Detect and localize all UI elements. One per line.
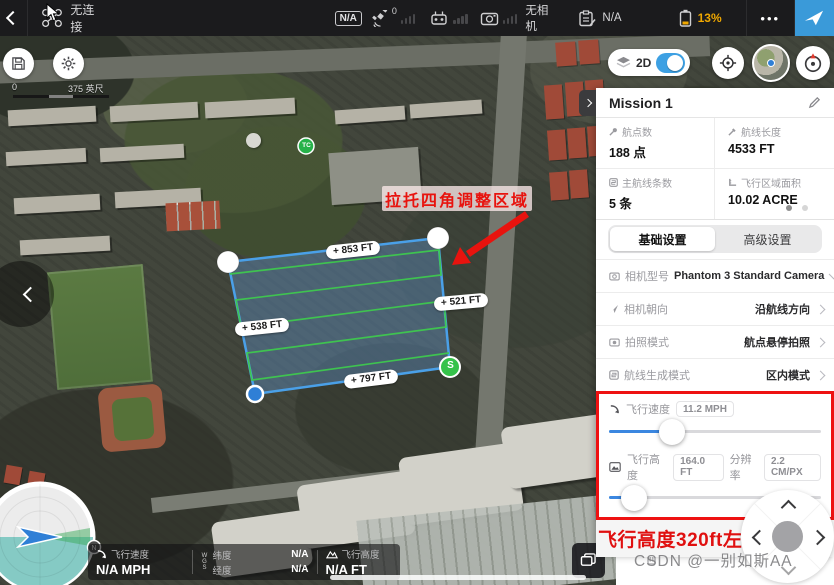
compass-icon bbox=[802, 52, 824, 74]
mission-panel: Mission 1 航点数 188 点 航线长度 4533 FT 主航线条数 5… bbox=[596, 88, 834, 557]
dpad-center-button[interactable] bbox=[772, 521, 803, 552]
dpad-up-button[interactable] bbox=[781, 500, 797, 516]
row-route-mode[interactable]: 航线生成模式 区内模式 bbox=[596, 358, 834, 391]
watermark: CSDN @一别如斯AA bbox=[634, 549, 793, 571]
speed-value-field[interactable]: 11.2 MPH bbox=[676, 401, 734, 417]
speed-icon bbox=[609, 404, 620, 415]
stat-mainlines: 主航线条数 5 条 bbox=[596, 169, 715, 219]
stat-area: 飞行区域面积 10.02 ACRE bbox=[715, 169, 834, 219]
altitude-slider-thumb[interactable] bbox=[621, 485, 647, 511]
stats-page-dots[interactable] bbox=[786, 205, 808, 211]
altitude-icon bbox=[326, 549, 338, 559]
map-scale-bar: 0 375 英尺 bbox=[8, 82, 118, 100]
chevron-right-icon bbox=[816, 337, 826, 347]
altitude-setting: 飞行高度 164.0 FT 分辨率 2.2 CM/PX bbox=[599, 448, 831, 483]
altitude-image-icon bbox=[609, 462, 621, 472]
chevron-right-icon bbox=[816, 304, 826, 314]
satellite-count: 0 bbox=[392, 6, 397, 16]
panel-collapse-tab[interactable] bbox=[579, 90, 596, 116]
camera-status: 无相机 bbox=[525, 2, 552, 34]
telemetry-speed: 飞行速度 N/A MPH bbox=[88, 547, 192, 577]
telemetry-altitude: 飞行高度 N/A FT bbox=[318, 547, 388, 577]
heading-icon bbox=[609, 304, 619, 314]
gear-icon bbox=[60, 55, 77, 72]
chevron-right-icon bbox=[583, 99, 591, 107]
settings-tabs: 基础设置 高级设置 bbox=[596, 220, 834, 259]
route-length-icon bbox=[728, 127, 737, 136]
telemetry-lng-value: N/A bbox=[291, 564, 308, 575]
minimap-position-dot bbox=[767, 59, 775, 67]
satellite-icon bbox=[371, 10, 390, 27]
mission-stats: 航点数 188 点 航线长度 4533 FT 主航线条数 5 条 飞行区域面积 … bbox=[596, 118, 834, 220]
dpad-right-button[interactable] bbox=[810, 530, 826, 546]
serpentine-icon bbox=[609, 178, 618, 187]
start-point-label[interactable]: S bbox=[444, 360, 457, 371]
takeoff-button[interactable] bbox=[795, 0, 834, 36]
chevron-right-icon bbox=[829, 273, 834, 279]
row-photo-mode[interactable]: 拍照模式 航点悬停拍照 bbox=[596, 325, 834, 358]
camera-icon bbox=[609, 272, 620, 281]
mission-title: Mission 1 bbox=[609, 95, 673, 111]
save-mission-button[interactable] bbox=[3, 48, 34, 79]
map-mode-pill[interactable]: 2D bbox=[608, 49, 690, 76]
battery-icon bbox=[678, 9, 693, 27]
telemetry-lat-value: N/A bbox=[291, 549, 308, 560]
resolution-value: 2.2 CM/PX bbox=[764, 454, 821, 481]
remote-controller-icon bbox=[429, 10, 449, 26]
tab-advanced-settings[interactable]: 高级设置 bbox=[715, 227, 820, 251]
gps-mode-badge: N/A bbox=[335, 11, 362, 26]
annotation-text: 拉托四角调整区域 bbox=[382, 186, 532, 211]
rc-signal-bars bbox=[453, 13, 468, 24]
layers-icon bbox=[616, 56, 631, 69]
chevron-right-icon bbox=[816, 370, 826, 380]
camera-signal-bars bbox=[503, 13, 518, 24]
mission-header: Mission 1 bbox=[596, 88, 834, 118]
stat-route-length: 航线长度 4533 FT bbox=[715, 118, 834, 169]
save-icon bbox=[11, 56, 26, 71]
speed-setting: 飞行速度 11.2 MPH bbox=[599, 398, 831, 417]
altitude-value-field[interactable]: 164.0 FT bbox=[673, 454, 723, 481]
map-mode-label: 2D bbox=[636, 56, 651, 70]
edit-mission-button[interactable] bbox=[808, 96, 821, 109]
checklist-icon bbox=[578, 10, 596, 27]
top-status-bar: 无连接 N/A 0 无相机 bbox=[0, 0, 834, 36]
mouse-cursor bbox=[46, 3, 60, 23]
minimap-button[interactable] bbox=[752, 44, 790, 82]
layers-copy-icon bbox=[580, 553, 597, 568]
back-chevron-icon bbox=[6, 11, 20, 25]
back-button[interactable] bbox=[0, 13, 27, 23]
connection-status: 无连接 bbox=[70, 1, 98, 35]
chevron-left-icon bbox=[22, 286, 38, 302]
row-camera-model[interactable]: 相机型号 Phantom 3 Standard Camera bbox=[596, 259, 834, 292]
battery-percentage: 13% bbox=[698, 11, 722, 25]
camera-icon bbox=[480, 11, 499, 26]
route-mode-icon bbox=[609, 370, 619, 380]
dpad-left-button[interactable] bbox=[752, 530, 768, 546]
photo-mode-icon bbox=[609, 338, 620, 347]
map-settings-button[interactable] bbox=[53, 48, 84, 79]
locate-button[interactable] bbox=[712, 47, 744, 79]
locate-target-icon bbox=[719, 54, 737, 72]
speed-slider-thumb[interactable] bbox=[659, 419, 685, 445]
waypoint-icon bbox=[609, 127, 618, 136]
telemetry-gps: WGS 纬度N/A 经度N/A bbox=[193, 548, 317, 577]
telemetry-speed-value: N/A MPH bbox=[96, 562, 184, 577]
stat-waypoints: 航点数 188 点 bbox=[596, 118, 715, 169]
pencil-icon bbox=[808, 96, 821, 109]
app-root: S TC + 853 FT + 521 FT + 538 FT + 797 FT… bbox=[0, 0, 834, 585]
map-marker-label: TC bbox=[299, 142, 314, 149]
map-mode-toggle[interactable] bbox=[656, 53, 685, 73]
speed-icon bbox=[96, 549, 107, 560]
satellite-signal-bars bbox=[401, 13, 416, 24]
compass-button[interactable] bbox=[796, 46, 830, 80]
home-indicator bbox=[330, 575, 586, 580]
tab-basic-settings[interactable]: 基础设置 bbox=[610, 227, 715, 251]
row-camera-heading[interactable]: 相机朝向 沿航线方向 bbox=[596, 292, 834, 325]
checklist-status: N/A bbox=[602, 12, 621, 24]
airplane-icon bbox=[803, 8, 825, 28]
speed-slider[interactable] bbox=[609, 419, 821, 445]
wgs-label: WGS bbox=[201, 553, 208, 571]
more-options-button[interactable]: ••• bbox=[746, 11, 794, 26]
area-ruler-icon bbox=[728, 178, 737, 187]
